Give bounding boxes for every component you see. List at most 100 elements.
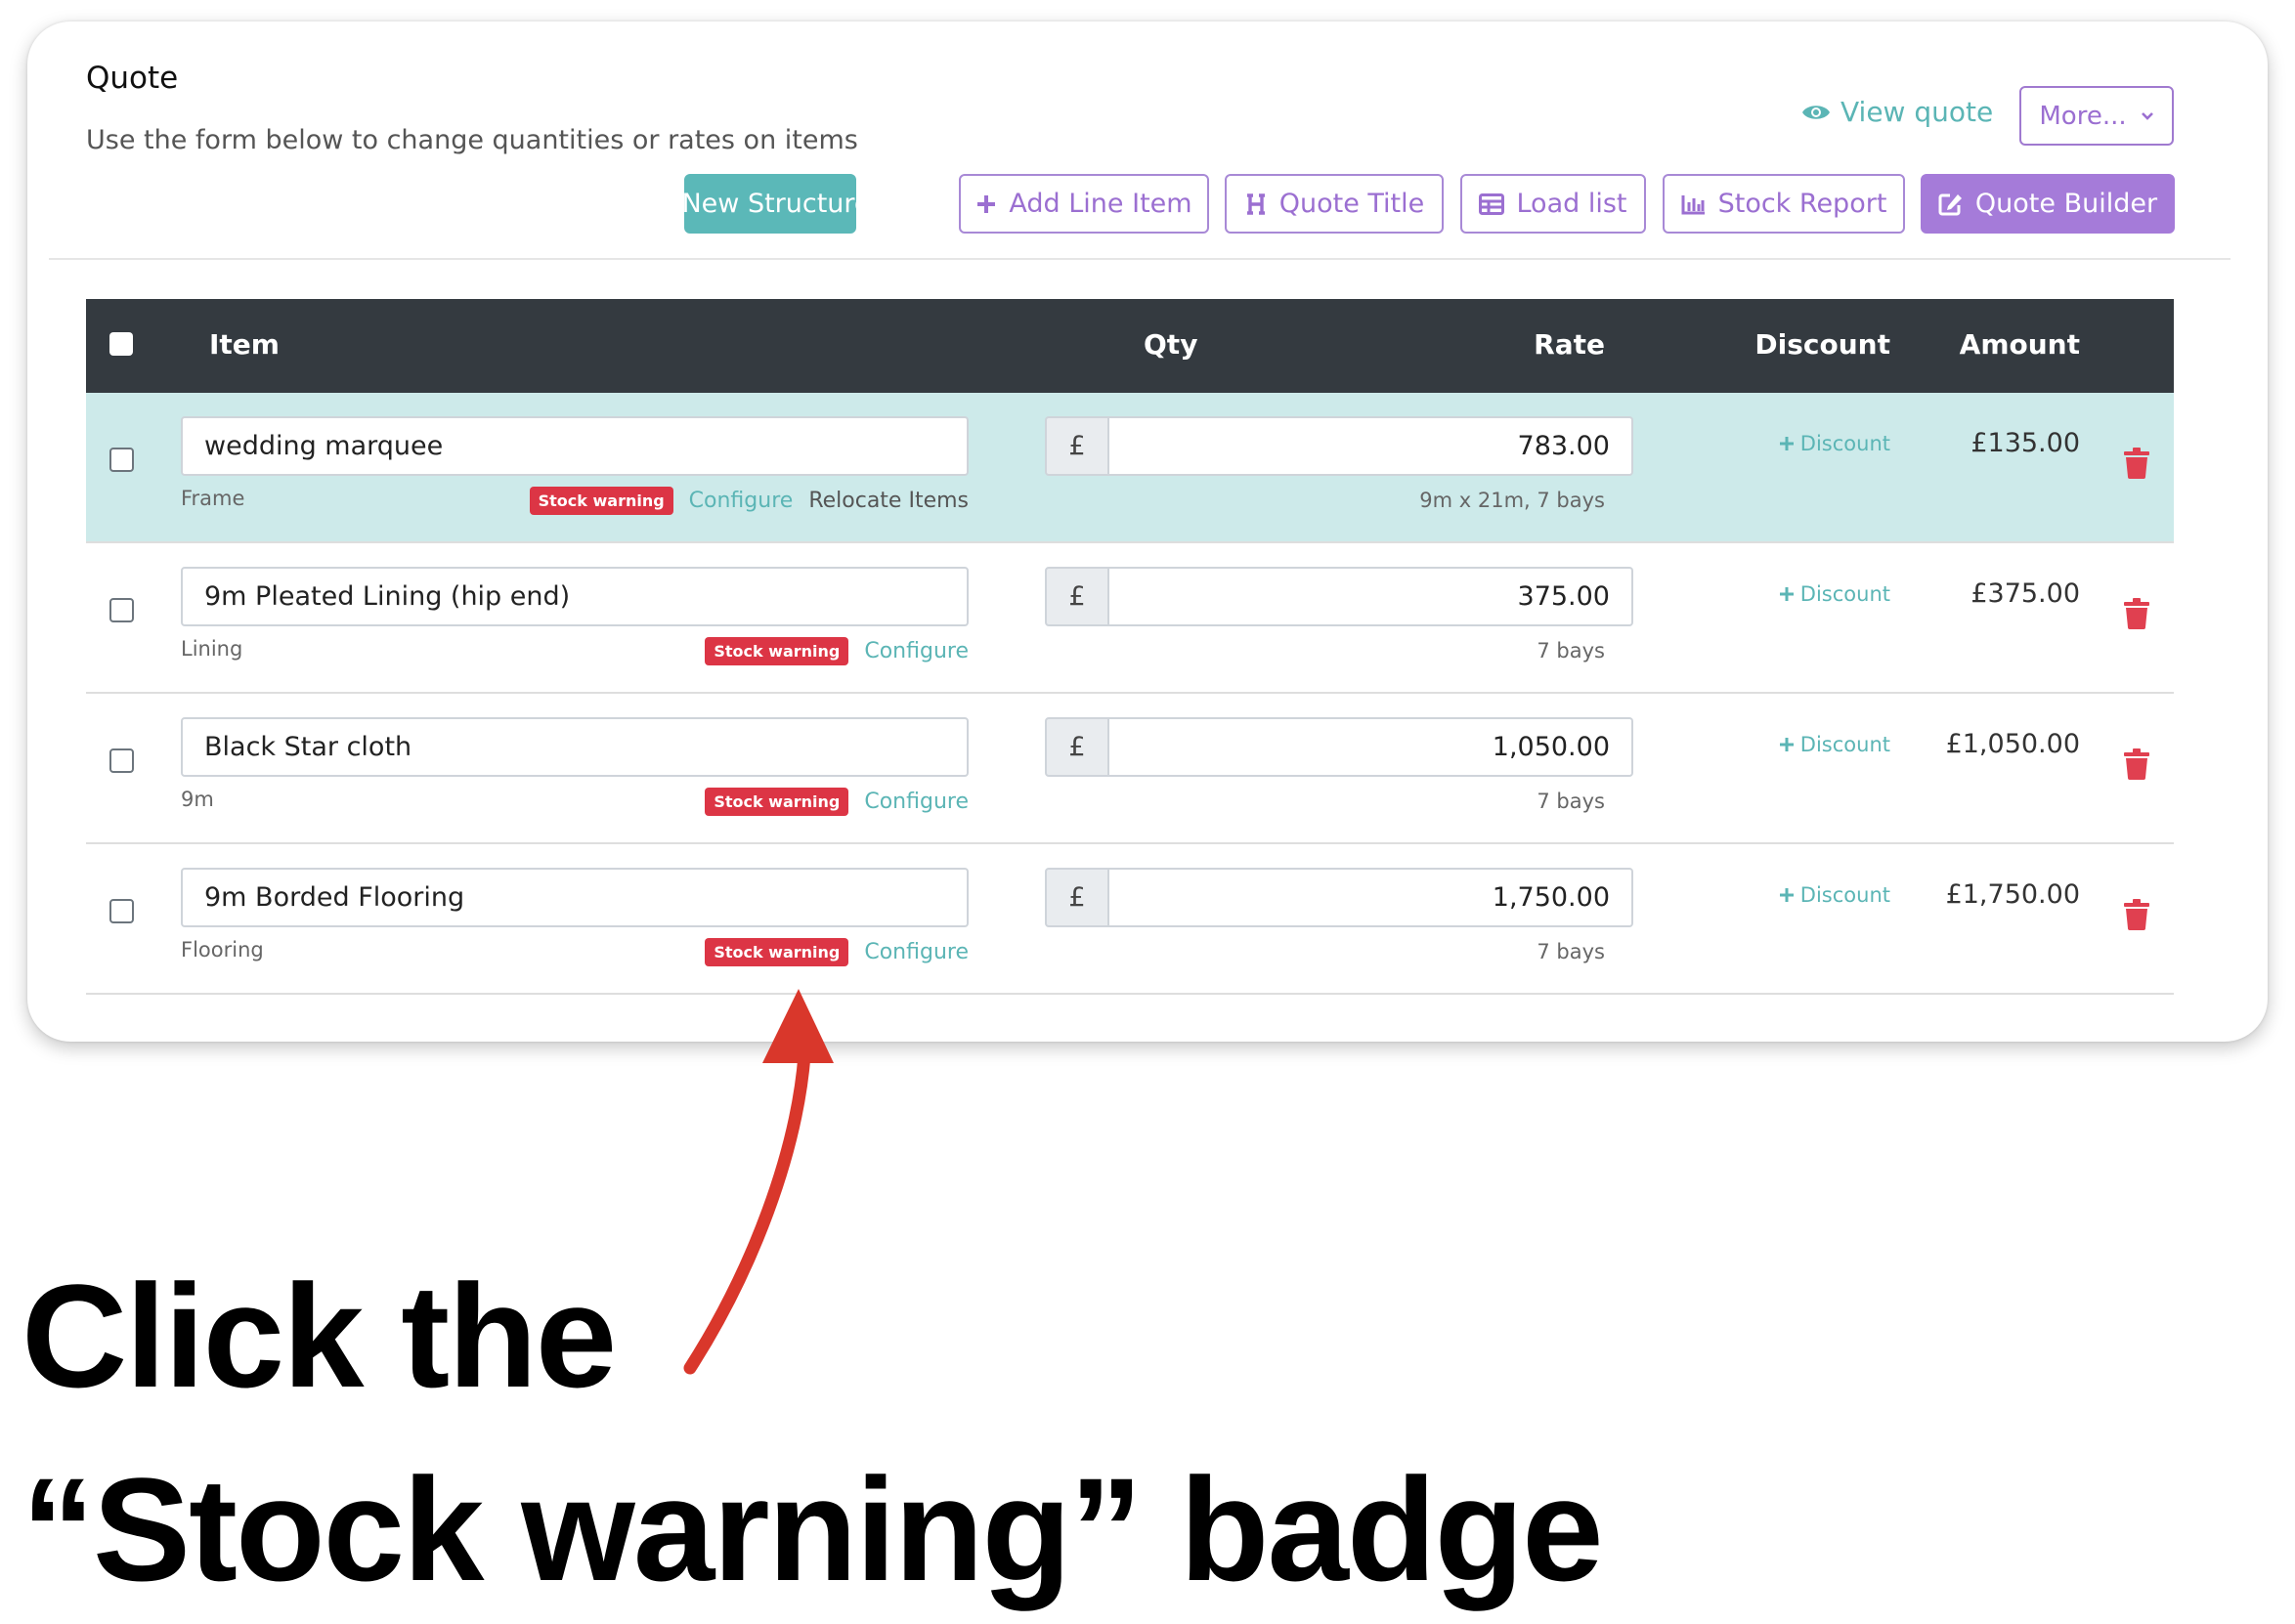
item-category: Frame <box>181 487 245 510</box>
chevron-down-icon <box>2141 111 2153 120</box>
rate-detail: 7 bays <box>1537 639 1605 662</box>
item-links: Stock warning Configure Relocate Items <box>529 487 969 515</box>
rate-input[interactable]: 1,050.00 <box>1109 717 1633 777</box>
currency-prefix: £ <box>1045 868 1109 927</box>
rate-detail: 7 bays <box>1537 790 1605 813</box>
relocate-items-link[interactable]: Relocate Items <box>808 489 969 513</box>
heading-icon <box>1246 192 1265 215</box>
table-row: 9m Borded Flooring Flooring Stock warnin… <box>86 844 2174 995</box>
add-line-item-button[interactable]: Add Line Item <box>959 174 1209 234</box>
quote-builder-label: Quote Builder <box>1974 189 2158 219</box>
stock-warning-badge[interactable]: Stock warning <box>705 637 849 665</box>
rate-input-group: £ 1,050.00 <box>1045 717 1633 777</box>
row-checkbox[interactable] <box>109 899 134 923</box>
rate-input-group: £ 1,750.00 <box>1045 868 1633 927</box>
stock-report-button[interactable]: Stock Report <box>1663 174 1905 234</box>
quote-builder-button[interactable]: Quote Builder <box>1921 174 2175 234</box>
rate-input-group: £ 783.00 <box>1045 416 1633 476</box>
rate-input[interactable]: 1,750.00 <box>1109 868 1633 927</box>
item-name-input[interactable]: wedding marquee <box>181 416 969 476</box>
row-checkbox[interactable] <box>109 448 134 472</box>
line-items-table: Item Qty Rate Discount Amount wedding ma… <box>86 299 2174 995</box>
header-divider <box>49 258 2230 260</box>
add-discount-link[interactable]: Discount <box>1779 883 1890 907</box>
table-icon <box>1479 192 1505 215</box>
row-amount: £375.00 <box>1970 578 2080 609</box>
table-row: 9m Pleated Lining (hip end) Lining Stock… <box>86 543 2174 694</box>
header-qty: Qty <box>1144 328 1198 361</box>
plus-icon <box>977 194 996 213</box>
quote-card: Quote Use the form below to change quant… <box>27 21 2268 1042</box>
add-discount-link[interactable]: Discount <box>1779 432 1890 455</box>
item-category: Lining <box>181 637 243 661</box>
header-discount: Discount <box>1754 328 1890 361</box>
item-name-input[interactable]: Black Star cloth <box>181 717 969 777</box>
load-list-button[interactable]: Load list <box>1460 174 1646 234</box>
discount-label: Discount <box>1799 733 1890 756</box>
caption-line-1: Click the <box>22 1254 617 1418</box>
eye-icon <box>1802 105 1830 119</box>
view-quote-link[interactable]: View quote <box>1801 96 1993 128</box>
quote-title-button[interactable]: Quote Title <box>1225 174 1444 234</box>
stock-warning-badge[interactable]: Stock warning <box>705 938 849 966</box>
edit-icon <box>1938 193 1962 215</box>
rate-input[interactable]: 375.00 <box>1109 567 1633 626</box>
trash-icon[interactable] <box>2123 899 2150 930</box>
stock-report-label: Stock Report <box>1717 189 1887 219</box>
discount-label: Discount <box>1799 582 1890 606</box>
row-amount: £1,050.00 <box>1945 729 2080 759</box>
caption-line-2: “Stock warning” badge <box>22 1447 1604 1611</box>
row-amount: £1,750.00 <box>1945 879 2080 910</box>
discount-label: Discount <box>1799 883 1890 907</box>
rate-input-group: £ 375.00 <box>1045 567 1633 626</box>
stock-warning-badge[interactable]: Stock warning <box>705 788 849 816</box>
plus-icon <box>1779 437 1794 450</box>
row-checkbox[interactable] <box>109 598 134 622</box>
item-name-input[interactable]: 9m Pleated Lining (hip end) <box>181 567 969 626</box>
bar-chart-icon <box>1681 194 1705 214</box>
table-row: Black Star cloth 9m Stock warning Config… <box>86 694 2174 844</box>
add-discount-link[interactable]: Discount <box>1779 582 1890 606</box>
item-name-input[interactable]: 9m Borded Flooring <box>181 868 969 927</box>
view-quote-label: View quote <box>1840 96 1994 128</box>
currency-prefix: £ <box>1045 717 1109 777</box>
row-checkbox[interactable] <box>109 748 134 773</box>
header-rate: Rate <box>1534 328 1605 361</box>
plus-icon <box>1779 587 1794 601</box>
currency-prefix: £ <box>1045 567 1109 626</box>
item-links: Stock warning Configure <box>705 788 969 816</box>
row-amount: £135.00 <box>1970 428 2080 458</box>
table-row: wedding marquee Frame Stock warning Conf… <box>86 393 2174 543</box>
load-list-label: Load list <box>1516 189 1627 219</box>
item-category: Flooring <box>181 938 264 962</box>
item-category: 9m <box>181 788 214 811</box>
trash-icon[interactable] <box>2123 598 2150 629</box>
new-structure-button[interactable]: New Structure <box>681 174 871 234</box>
quote-title-label: Quote Title <box>1278 189 1425 219</box>
select-all-checkbox[interactable] <box>109 332 133 356</box>
plus-icon <box>1779 888 1794 902</box>
item-links: Stock warning Configure <box>705 637 969 665</box>
table-header: Item Qty Rate Discount Amount <box>86 299 2174 393</box>
stock-warning-badge[interactable]: Stock warning <box>529 487 673 515</box>
discount-label: Discount <box>1799 432 1890 455</box>
more-dropdown-button[interactable]: More... <box>2019 86 2174 146</box>
configure-link[interactable]: Configure <box>689 489 794 513</box>
rate-detail: 9m x 21m, 7 bays <box>1419 489 1605 512</box>
more-label: More... <box>2039 101 2127 131</box>
configure-link[interactable]: Configure <box>864 790 969 814</box>
item-links: Stock warning Configure <box>705 938 969 966</box>
rate-input[interactable]: 783.00 <box>1109 416 1633 476</box>
new-structure-label: New Structure <box>681 189 871 219</box>
plus-icon <box>1779 738 1794 751</box>
trash-icon[interactable] <box>2123 448 2150 479</box>
add-discount-link[interactable]: Discount <box>1779 733 1890 756</box>
trash-icon[interactable] <box>2123 748 2150 780</box>
configure-link[interactable]: Configure <box>864 940 969 964</box>
currency-prefix: £ <box>1045 416 1109 476</box>
header-amount: Amount <box>1959 328 2080 361</box>
page-title: Quote <box>86 61 179 96</box>
page-subtitle: Use the form below to change quantities … <box>86 125 858 155</box>
configure-link[interactable]: Configure <box>864 639 969 663</box>
rate-detail: 7 bays <box>1537 940 1605 963</box>
